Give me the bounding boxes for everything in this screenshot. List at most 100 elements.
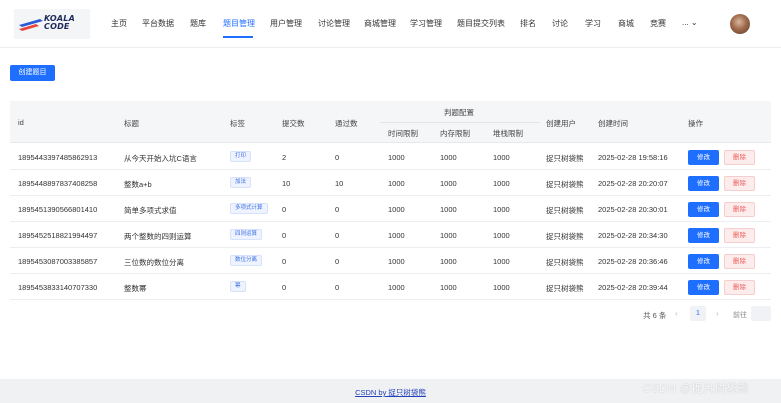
nav-item[interactable]: 题目提交列表 xyxy=(457,18,505,29)
th-time-limit: 时间限制 xyxy=(388,129,418,138)
table-row: 1895453087003385857 三位数的数位分离 0 0 1000 1000 100… xyxy=(10,248,771,274)
pagination-prev-button[interactable]: ‹ xyxy=(675,309,678,318)
table-row: 1895452518821994497 两个整数的四则运算 0 0 1000 1000 10… xyxy=(10,222,771,248)
cell-created-time: 2025-02-28 20:36:46 xyxy=(598,257,668,266)
th-memory-limit: 内存限制 xyxy=(440,129,470,138)
nav-item[interactable]: 题目管理 xyxy=(223,18,255,29)
nav-item[interactable]: 竞赛 xyxy=(650,18,666,29)
pagination-next-button[interactable]: › xyxy=(716,309,719,318)
cell-id: 1895448897837408258 xyxy=(18,179,98,188)
cell-id: 1895453833140707330 xyxy=(18,283,98,292)
cell-stack-limit: 1000 xyxy=(493,153,510,162)
edit-button[interactable]: 修改 xyxy=(688,176,719,191)
edit-button[interactable]: 修改 xyxy=(688,228,719,243)
nav-item[interactable]: 商城管理 xyxy=(364,18,396,29)
cell-title: 简单多项式求值 xyxy=(124,206,177,215)
nav-item[interactable]: 题库 xyxy=(190,18,206,29)
create-problem-button[interactable]: 创建题目 xyxy=(10,65,55,81)
th-created-time: 创建时间 xyxy=(598,119,628,128)
cell-title: 三位数的数位分离 xyxy=(124,258,184,267)
nav-item[interactable]: 平台数据 xyxy=(142,18,174,29)
header-divider xyxy=(380,122,540,123)
nav-item[interactable]: 讨论管理 xyxy=(318,18,350,29)
edit-button[interactable]: 修改 xyxy=(688,254,719,269)
tag-badge: 多项式计算 xyxy=(230,203,268,214)
th-pass-count: 通过数 xyxy=(335,119,358,128)
th-judge-config: 判题配置 xyxy=(444,108,474,117)
logo-mark-icon xyxy=(19,19,43,31)
nav-item[interactable]: 讨论 xyxy=(552,18,568,29)
table-row: 1895451390566801410 简单多项式求值 0 0 1000 1000 1000… xyxy=(10,196,771,222)
cell-time-limit: 1000 xyxy=(388,205,405,214)
cell-id: 1895453087003385857 xyxy=(18,257,98,266)
th-creator: 创建用户 xyxy=(546,119,576,128)
cell-created-time: 2025-02-28 20:34:30 xyxy=(598,231,668,240)
th-submit-count: 提交数 xyxy=(282,119,305,128)
delete-button[interactable]: 删除 xyxy=(724,150,755,165)
table-header: id 标题 标签 提交数 通过数 判题配置 时间限制 内存限制 堆栈限制 创建用… xyxy=(10,101,771,143)
cell-created-time: 2025-02-28 20:20:07 xyxy=(598,179,668,188)
cell-creator: 捉只树袋熊 xyxy=(546,258,584,267)
cell-stack-limit: 1000 xyxy=(493,257,510,266)
nav-item[interactable]: 学习管理 xyxy=(410,18,442,29)
cell-memory-limit: 1000 xyxy=(440,205,457,214)
edit-button[interactable]: 修改 xyxy=(688,202,719,217)
pagination-page-1[interactable]: 1 xyxy=(690,306,706,321)
cell-submit-count: 0 xyxy=(282,205,287,214)
delete-button[interactable]: 删除 xyxy=(724,202,755,217)
cell-created-time: 2025-02-28 20:39:44 xyxy=(598,283,668,292)
delete-button[interactable]: 删除 xyxy=(724,228,755,243)
edit-button[interactable]: 修改 xyxy=(688,150,719,165)
cell-pass-count: 0 xyxy=(335,283,340,292)
cell-memory-limit: 1000 xyxy=(440,179,457,188)
nav-item[interactable]: 用户管理 xyxy=(270,18,302,29)
cell-creator: 捉只树袋熊 xyxy=(546,154,584,163)
cell-time-limit: 1000 xyxy=(388,283,405,292)
tag-badge: 加法 xyxy=(230,177,252,188)
logo[interactable]: KOALA CODE xyxy=(14,9,90,39)
pagination-goto-input[interactable] xyxy=(751,306,771,321)
cell-submit-count: 0 xyxy=(282,231,287,240)
cell-time-limit: 1000 xyxy=(388,153,405,162)
cell-id: 1895451390566801410 xyxy=(18,205,98,214)
th-actions: 操作 xyxy=(688,119,703,128)
tag-badge: 四则运算 xyxy=(230,229,263,240)
th-id: id xyxy=(18,118,24,127)
cell-stack-limit: 1000 xyxy=(493,179,510,188)
cell-pass-count: 0 xyxy=(335,231,340,240)
nav-item[interactable]: 主页 xyxy=(111,18,127,29)
active-tab-indicator xyxy=(223,36,253,38)
nav-item[interactable]: 商城 xyxy=(618,18,634,29)
cell-creator: 捉只树袋熊 xyxy=(546,232,584,241)
edit-button[interactable]: 修改 xyxy=(688,280,719,295)
cell-stack-limit: 1000 xyxy=(493,231,510,240)
delete-button[interactable]: 删除 xyxy=(724,280,755,295)
nav-item[interactable]: 排名 xyxy=(520,18,536,29)
cell-memory-limit: 1000 xyxy=(440,257,457,266)
pagination-total: 共 6 条 xyxy=(643,311,667,320)
table-row: 1895448897837408258 整数a+b 10 10 1000 1000 1000… xyxy=(10,170,771,196)
cell-pass-count: 0 xyxy=(335,257,340,266)
th-title: 标题 xyxy=(124,119,139,128)
cell-stack-limit: 1000 xyxy=(493,283,510,292)
cell-pass-count: 0 xyxy=(335,153,340,162)
user-avatar[interactable] xyxy=(730,14,750,34)
cell-title: 从今天开始入坑C语言 xyxy=(124,154,197,163)
cell-time-limit: 1000 xyxy=(388,179,405,188)
tag-badge: 幂 xyxy=(230,281,246,292)
cell-created-time: 2025-02-28 19:58:16 xyxy=(598,153,668,162)
th-tags: 标签 xyxy=(230,119,245,128)
cell-pass-count: 10 xyxy=(335,179,344,188)
delete-button[interactable]: 删除 xyxy=(724,176,755,191)
table-row: 1895443397485862913 从今天开始入坑C语言 2 0 1000 1000 1… xyxy=(10,144,771,170)
cell-title: 整数a+b xyxy=(124,180,152,189)
cell-creator: 捉只树袋熊 xyxy=(546,206,584,215)
logo-text: KOALA CODE xyxy=(44,14,75,31)
nav-item[interactable]: 学习 xyxy=(585,18,601,29)
cell-memory-limit: 1000 xyxy=(440,283,457,292)
csdn-watermark: CSDN @捉只树袋熊 xyxy=(643,383,749,395)
nav-more-dropdown[interactable]: ... ⌄ xyxy=(682,18,698,27)
delete-button[interactable]: 删除 xyxy=(724,254,755,269)
table-row: 1895453833140707330 整数幂 0 0 1000 1000 1000 捉只树袋… xyxy=(10,274,771,300)
cell-id: 1895443397485862913 xyxy=(18,153,98,162)
